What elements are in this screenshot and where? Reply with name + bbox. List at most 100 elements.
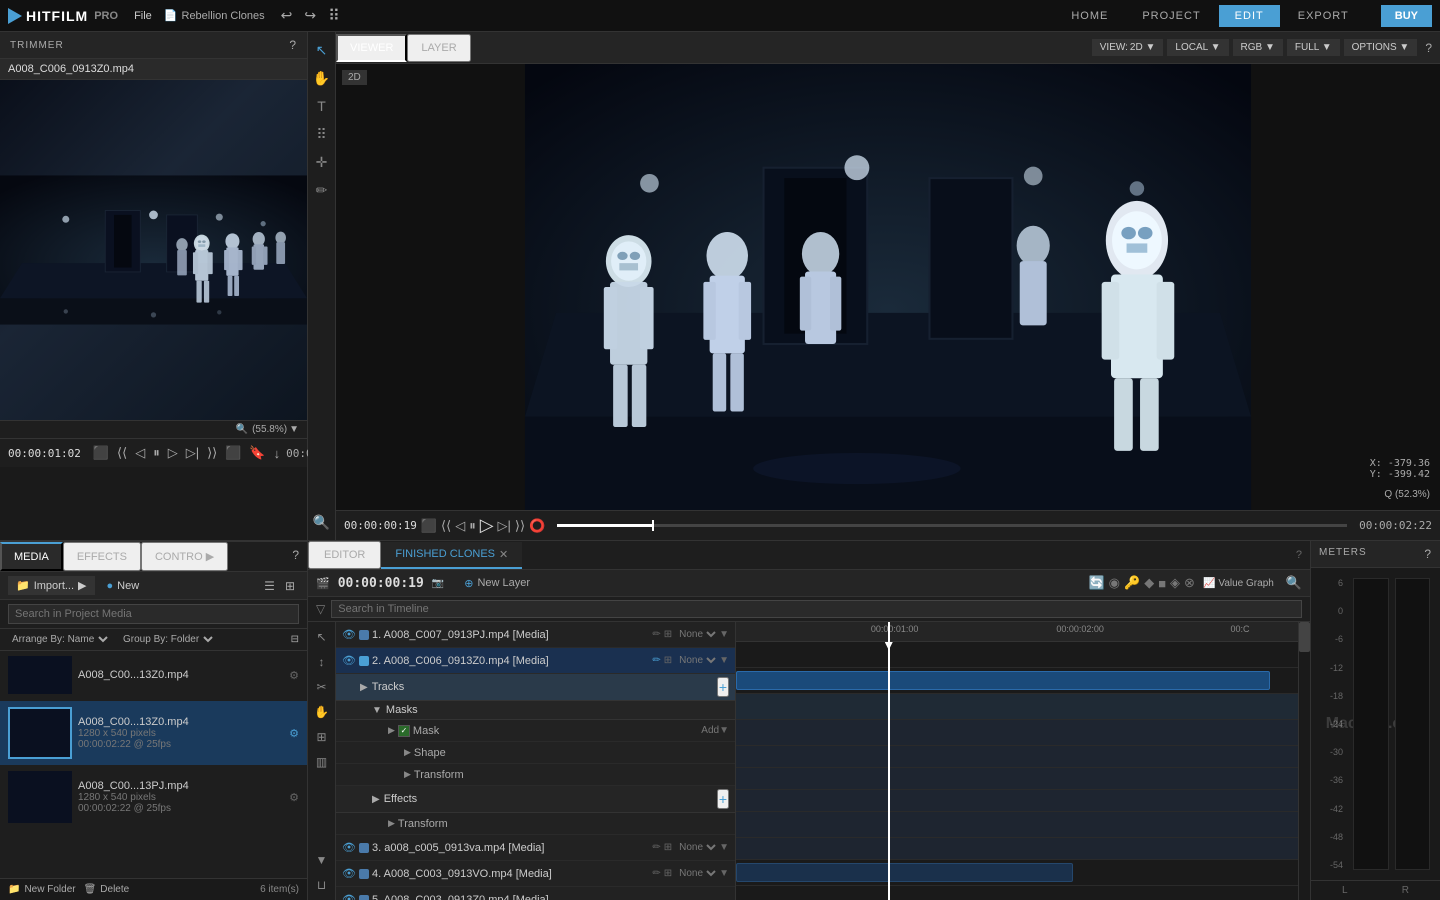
tab-home[interactable]: HOME: [1055, 5, 1124, 27]
tab-project[interactable]: PROJECT: [1126, 5, 1216, 27]
tab-close-icon[interactable]: ✕: [499, 548, 508, 561]
view-2d-option[interactable]: VIEW: 2D ▼: [1092, 39, 1164, 56]
layer-3-dropdown[interactable]: ▼: [719, 842, 729, 853]
mask-transform-row[interactable]: ▶ Transform: [336, 764, 735, 786]
tl-down-btn[interactable]: ▼: [311, 849, 333, 871]
shape-arrow[interactable]: ▶: [404, 747, 411, 758]
zoom-viewer-btn[interactable]: 🔍: [310, 510, 334, 534]
trim-out-btn[interactable]: ⬛: [223, 443, 243, 463]
mask-checkbox[interactable]: ✓: [398, 725, 410, 737]
viewer-loop[interactable]: ⭕: [529, 518, 545, 534]
tl-diamond-btn[interactable]: ◆: [1144, 575, 1154, 591]
viewer-play[interactable]: ▷: [480, 515, 494, 536]
layer-dropdown-arrow-2[interactable]: ▼: [719, 655, 729, 666]
layer-row-5[interactable]: 👁 5. A008_C003_0913Z0.mp4 [Media]: [336, 887, 735, 900]
editor-help[interactable]: ?: [1288, 549, 1310, 561]
trim-step-fwd-btn[interactable]: ▷|: [184, 443, 201, 463]
tl-hand-btn[interactable]: ✋: [311, 701, 333, 723]
layer-row[interactable]: 👁 2. A008_C006_0913Z0.mp4 [Media] ✏ ⊞ No…: [336, 648, 735, 674]
tl-square-btn[interactable]: ■: [1158, 575, 1166, 591]
media-gear-icon-2[interactable]: ⚙: [289, 791, 299, 804]
local-option[interactable]: LOCAL ▼: [1167, 39, 1228, 56]
track-clip-2[interactable]: [736, 671, 1270, 690]
mask-collapse-arrow[interactable]: ▶: [388, 725, 395, 736]
tracks-add-button[interactable]: +: [717, 677, 729, 697]
tl-select-btn[interactable]: ↖: [311, 626, 333, 648]
tl-key-btn[interactable]: 🔑: [1124, 575, 1140, 591]
tl-ripple-btn[interactable]: ↕: [311, 651, 333, 673]
new-folder-button[interactable]: 📁 New Folder: [8, 884, 76, 895]
tab-edit[interactable]: EDIT: [1219, 5, 1280, 27]
layer-blend-select[interactable]: None: [675, 628, 719, 641]
layer-3-blend-select[interactable]: None: [675, 841, 719, 854]
meters-help[interactable]: ?: [1424, 547, 1432, 561]
trim-stop-btn[interactable]: ⏸: [151, 443, 162, 463]
list-view-btn[interactable]: ☰: [260, 577, 279, 595]
timeline-search-input[interactable]: [331, 600, 1302, 618]
timeline-search-icon[interactable]: 🔍: [1286, 575, 1302, 591]
tl-marker-btn[interactable]: ◉: [1109, 575, 1120, 591]
pen-tool-btn[interactable]: ✏: [310, 178, 334, 202]
import-button[interactable]: 📁 Import... ▶: [8, 576, 95, 595]
masks-section-header[interactable]: ▼ Masks: [336, 701, 735, 720]
layer-4-dropdown[interactable]: ▼: [719, 868, 729, 879]
options-option[interactable]: OPTIONS ▼: [1344, 39, 1418, 56]
media-item[interactable]: A008_C00...13Z0.mp4 ⚙: [0, 651, 307, 699]
trim-insert-btn[interactable]: ↓: [272, 444, 283, 463]
track-row-4[interactable]: [736, 886, 1298, 900]
media-search-input[interactable]: [8, 604, 299, 624]
viewer-step-back[interactable]: ◁: [455, 518, 465, 534]
mask-add-btn[interactable]: Add: [701, 725, 719, 736]
media-item[interactable]: A008_C00...13Z0.mp4 1280 x 540 pixels 00…: [0, 701, 307, 765]
grid-button[interactable]: ⠿: [328, 6, 340, 26]
tl-loop-btn[interactable]: 🔄: [1088, 575, 1104, 591]
layer-row-3[interactable]: 👁 3. a008_c005_0913va.mp4 [Media] ✏ ⊞ No…: [336, 835, 735, 861]
tl-u-btn[interactable]: ⊔: [311, 874, 333, 896]
undo-button[interactable]: ↩: [277, 5, 297, 26]
buy-button[interactable]: BUY: [1381, 5, 1432, 27]
tab-finished-clones[interactable]: FINISHED CLONES ✕: [381, 542, 522, 569]
tab-controls[interactable]: CONTRO ▶: [141, 542, 228, 571]
mask-transform-arrow[interactable]: ▶: [404, 769, 411, 780]
move-tool-btn[interactable]: ✛: [310, 150, 334, 174]
mask-dropdown-icon[interactable]: ▼: [719, 725, 729, 736]
tracks-section-header[interactable]: ▶ Tracks +: [336, 674, 735, 701]
delete-button[interactable]: 🗑 Delete: [84, 884, 130, 895]
value-graph-button[interactable]: 📈 Value Graph: [1203, 578, 1274, 589]
tl-media-btn[interactable]: ▥: [311, 751, 333, 773]
grid-tool-btn[interactable]: ⠿: [310, 122, 334, 146]
media-gear-icon[interactable]: ⚙: [289, 669, 299, 682]
layer-3-eye[interactable]: 👁: [342, 841, 356, 854]
trim-play-btn[interactable]: ▷: [166, 443, 180, 463]
shape-row[interactable]: ▶ Shape: [336, 742, 735, 764]
track-row-1[interactable]: [736, 642, 1298, 668]
viewer-stop[interactable]: ⏸: [469, 518, 476, 534]
redo-button[interactable]: ↪: [300, 5, 320, 26]
layer-dropdown-arrow[interactable]: ▼: [719, 629, 729, 640]
layer-4-eye[interactable]: 👁: [342, 867, 356, 880]
track-clip-3[interactable]: [736, 863, 1073, 882]
tab-editor[interactable]: EDITOR: [308, 541, 381, 569]
media-gear-icon-selected[interactable]: ⚙: [289, 727, 299, 740]
tab-effects[interactable]: EFFECTS: [63, 542, 141, 571]
layer-visibility-eye-2[interactable]: 👁: [342, 654, 356, 667]
tl-zoom-btn[interactable]: ⊞: [311, 726, 333, 748]
rgb-option[interactable]: RGB ▼: [1233, 39, 1283, 56]
tl-slice-btn[interactable]: ✂: [311, 676, 333, 698]
grid-view-btn[interactable]: ⊞: [281, 577, 299, 595]
mask-row[interactable]: ▶ ✓ Mask Add ▼: [336, 720, 735, 742]
group-by-select[interactable]: Group By: Folder: [119, 633, 216, 646]
effects-section-header[interactable]: ▶ Effects +: [336, 786, 735, 813]
effects-add-button[interactable]: +: [717, 789, 729, 809]
viewer-trim-in[interactable]: ⬛: [421, 518, 437, 534]
new-media-button[interactable]: ● New: [101, 577, 146, 595]
viewer-next[interactable]: ⟩⟩: [515, 518, 525, 534]
trim-prev-btn[interactable]: ⟨⟨: [115, 443, 129, 463]
track-row-2[interactable]: [736, 668, 1298, 694]
full-option[interactable]: FULL ▼: [1287, 39, 1340, 56]
media-item[interactable]: A008_C00...13PJ.mp4 1280 x 540 pixels 00…: [0, 765, 307, 829]
track-row-3[interactable]: [736, 860, 1298, 886]
layer-row[interactable]: 👁 1. A008_C007_0913PJ.mp4 [Media] ✏ ⊞ No…: [336, 622, 735, 648]
layer-row-4[interactable]: 👁 4. A008_C003_0913VO.mp4 [Media] ✏ ⊞ No…: [336, 861, 735, 887]
zoom-icon[interactable]: 🔍: [236, 424, 248, 435]
